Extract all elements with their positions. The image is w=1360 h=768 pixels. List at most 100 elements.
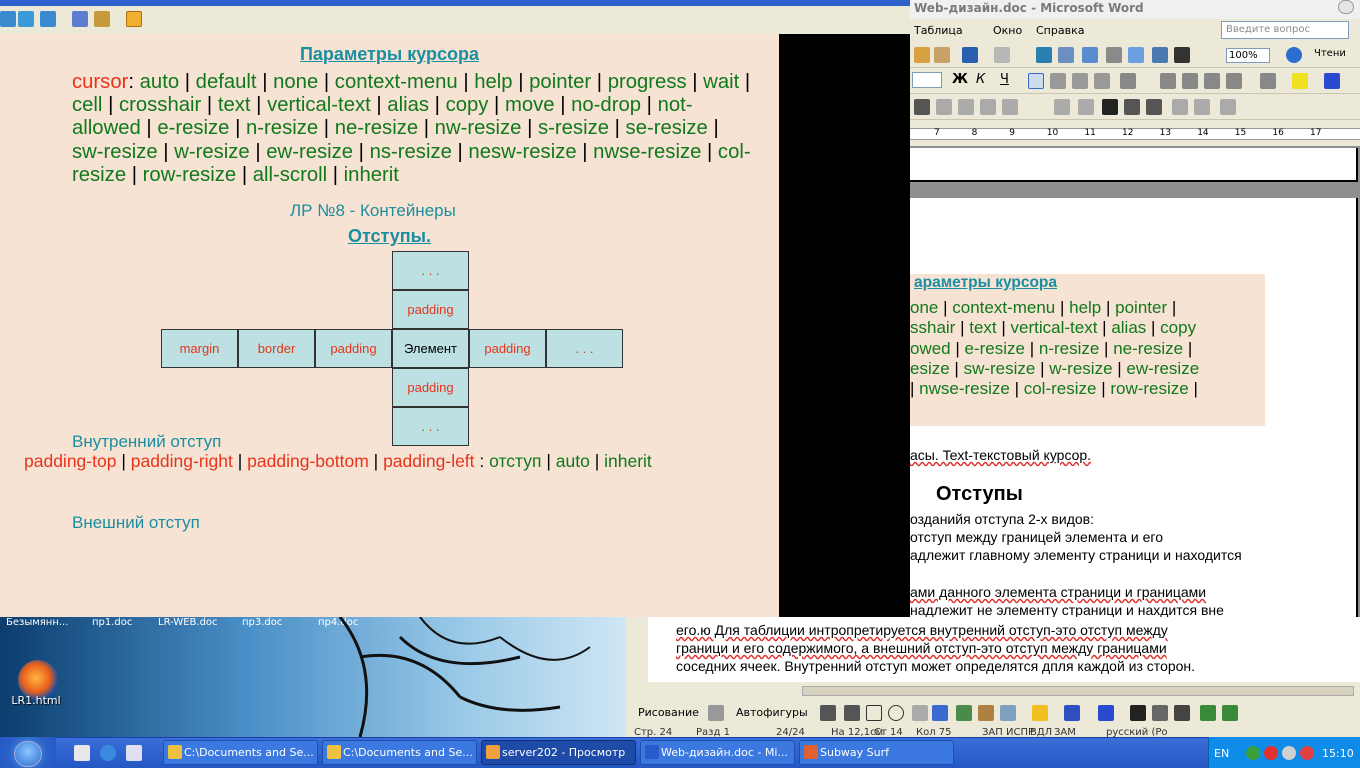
diagram-icon[interactable] [956, 705, 972, 721]
doc-map-icon[interactable] [1152, 47, 1168, 63]
draw-menu[interactable]: Рисование [638, 706, 699, 719]
network-icon[interactable] [1246, 746, 1260, 760]
black-panel [779, 34, 910, 617]
table-tool-icon[interactable] [914, 99, 930, 115]
start-button[interactable] [14, 741, 42, 767]
line-icon[interactable] [820, 705, 836, 721]
table-tool-icon[interactable] [1146, 99, 1162, 115]
textbox-icon[interactable] [912, 705, 928, 721]
taskbar-item[interactable]: server202 - Просмотр [481, 740, 636, 765]
line-spacing-icon[interactable] [1120, 73, 1136, 89]
clipart-icon[interactable] [978, 705, 994, 721]
font-color-icon[interactable] [1324, 73, 1340, 89]
table-tool-icon[interactable] [1194, 99, 1210, 115]
close-icon[interactable] [126, 11, 142, 27]
align-right-icon[interactable] [1072, 73, 1088, 89]
autoshapes-menu[interactable]: Автофигуры [736, 706, 808, 719]
taskbar-item[interactable]: C:\Documents and Se... [163, 740, 318, 765]
table-tool-icon[interactable] [1054, 99, 1070, 115]
table-tool-icon[interactable] [1002, 99, 1018, 115]
ie-icon[interactable] [100, 745, 116, 761]
separator: | [707, 117, 719, 140]
menu-window[interactable]: Окно [993, 24, 1022, 37]
align-left-icon[interactable] [1028, 73, 1044, 89]
show-desktop-icon[interactable] [74, 745, 90, 761]
hyperlink-icon[interactable] [1036, 47, 1052, 63]
tools-icon[interactable] [94, 11, 110, 27]
window-icon[interactable] [18, 11, 34, 27]
table-icon[interactable] [1058, 47, 1074, 63]
table-tool-icon[interactable] [1220, 99, 1236, 115]
desktop-tab[interactable]: пр1.doc [92, 617, 132, 628]
security-icon[interactable] [1300, 746, 1314, 760]
menu-help[interactable]: Справка [1036, 24, 1084, 37]
minimize-icon[interactable] [1338, 0, 1354, 14]
table-tool-icon[interactable] [958, 99, 974, 115]
table-tool-icon[interactable] [1172, 99, 1188, 115]
table-tool-icon[interactable] [1078, 99, 1094, 115]
italic-icon[interactable]: К [976, 72, 985, 87]
arrow-style-icon[interactable] [1174, 705, 1190, 721]
help-icon[interactable] [1286, 47, 1302, 63]
bold-icon[interactable]: Ж [952, 72, 968, 87]
desktop-tab[interactable]: пр3.doc [242, 617, 282, 628]
cursor-value: w-resize [174, 140, 250, 163]
arrow-icon[interactable] [844, 705, 860, 721]
drawing-icon[interactable] [1128, 47, 1144, 63]
line-style-icon[interactable] [1130, 705, 1146, 721]
3d-icon[interactable] [1222, 705, 1238, 721]
columns-icon[interactable] [1106, 47, 1122, 63]
select-pointer-icon[interactable] [708, 705, 724, 721]
line-color-icon[interactable] [1064, 705, 1080, 721]
table-tool-icon[interactable] [936, 99, 952, 115]
quicklaunch-icon[interactable] [126, 745, 142, 761]
fullscreen-icon[interactable] [40, 11, 56, 27]
help-search-input[interactable]: Введите вопрос [1221, 21, 1349, 39]
horizontal-ruler[interactable] [910, 122, 1360, 144]
redo-icon[interactable] [994, 47, 1010, 63]
font-color-icon[interactable] [1098, 705, 1114, 721]
zoom-select[interactable]: 100% [1226, 48, 1270, 63]
picture-icon[interactable] [1000, 705, 1016, 721]
format-painter-icon[interactable] [934, 47, 950, 63]
underline-icon[interactable]: Ч [1000, 72, 1009, 87]
highlight-icon[interactable] [1292, 73, 1308, 89]
read-button[interactable]: Чтени [1314, 48, 1346, 59]
increase-indent-icon[interactable] [1226, 73, 1242, 89]
opera-icon[interactable] [1264, 746, 1278, 760]
dash-style-icon[interactable] [1152, 705, 1168, 721]
rectangle-icon[interactable] [866, 705, 882, 721]
align-center-icon[interactable] [1050, 73, 1066, 89]
taskbar-item[interactable]: Web-дизайн.doc - Mi... [640, 740, 795, 765]
decrease-indent-icon[interactable] [1204, 73, 1220, 89]
pilcrow-icon[interactable] [1174, 47, 1190, 63]
desktop-tab[interactable]: Безымянн... [6, 617, 68, 628]
cursor-value: vertical-text [267, 94, 371, 117]
menu-table[interactable]: Таблица [914, 24, 963, 37]
desktop-tab[interactable]: LR-WEB.doc [158, 617, 218, 628]
justify-icon[interactable] [1094, 73, 1110, 89]
numbering-icon[interactable] [1160, 73, 1176, 89]
font-size-select[interactable] [912, 72, 942, 88]
wordart-icon[interactable] [932, 705, 948, 721]
volume-icon[interactable] [1282, 746, 1296, 760]
horizontal-scrollbar[interactable] [802, 686, 1354, 696]
table-tool-icon[interactable] [980, 99, 996, 115]
fill-color-icon[interactable] [1032, 705, 1048, 721]
language-indicator[interactable]: EN [1214, 747, 1229, 760]
oval-icon[interactable] [888, 705, 904, 721]
refresh-icon[interactable] [0, 11, 16, 27]
table-tool-icon[interactable] [1124, 99, 1140, 115]
borders-icon[interactable] [1260, 73, 1276, 89]
taskbar-item[interactable]: Subway Surf [799, 740, 954, 765]
paste-icon[interactable] [914, 47, 930, 63]
line-weight-icon[interactable] [1102, 99, 1118, 115]
desktop-icon-label[interactable]: LR1.html [0, 694, 72, 707]
bullets-icon[interactable] [1182, 73, 1198, 89]
box-right-outer: . . . [546, 329, 623, 368]
undo-icon[interactable] [962, 47, 978, 63]
excel-icon[interactable] [1082, 47, 1098, 63]
taskbar-item[interactable]: C:\Documents and Se... [322, 740, 477, 765]
shadow-icon[interactable] [1200, 705, 1216, 721]
copy-icon[interactable] [72, 11, 88, 27]
